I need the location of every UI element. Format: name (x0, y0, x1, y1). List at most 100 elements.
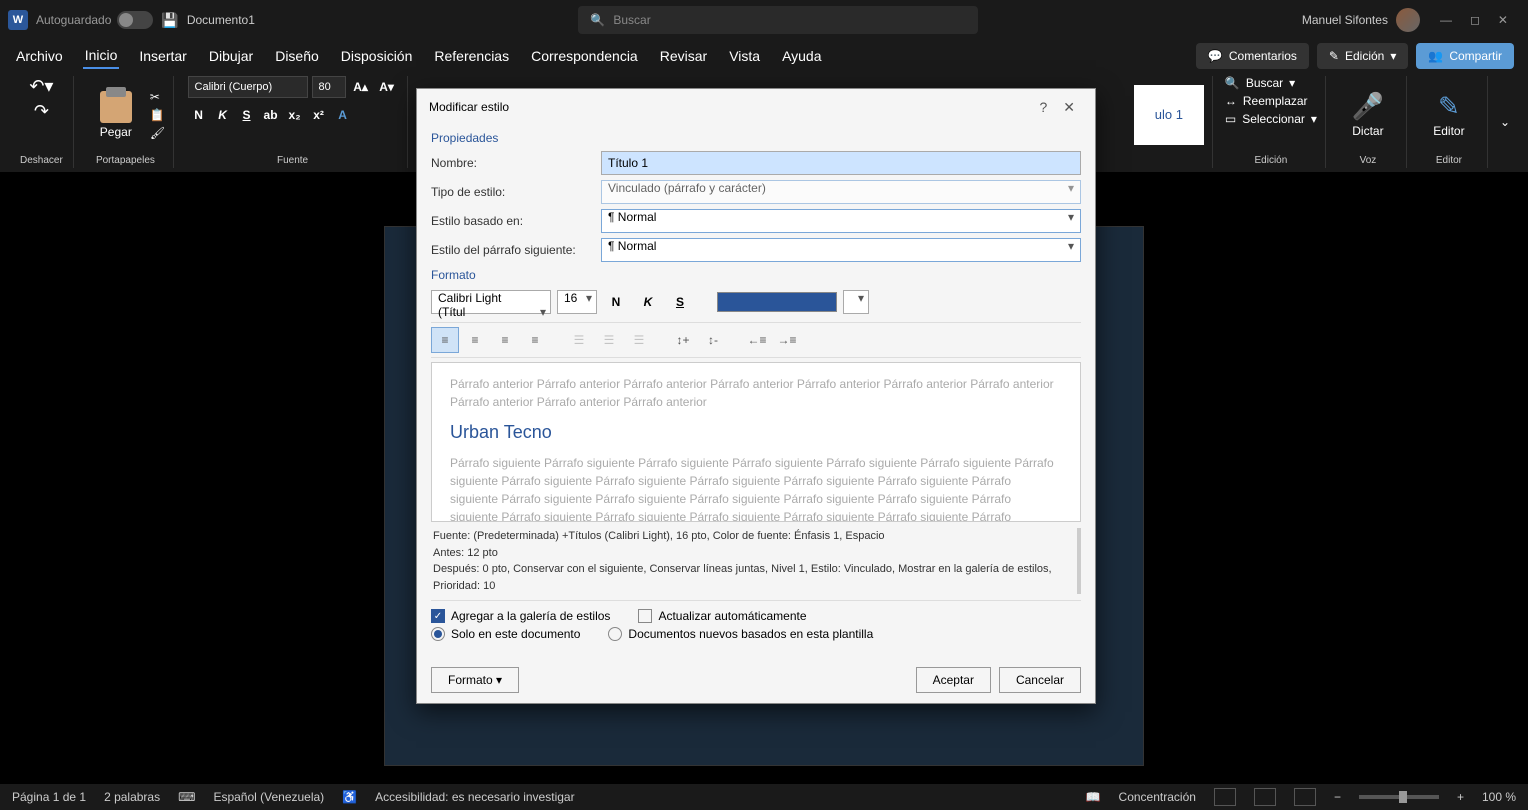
comentarios-button[interactable]: 💬Comentarios (1196, 43, 1309, 69)
editor-button[interactable]: ✎Editor (1419, 87, 1479, 142)
font-size-input[interactable] (312, 76, 346, 98)
spacing-15-icon[interactable]: ☰ (595, 327, 623, 353)
basado-select[interactable]: ¶ Normal (601, 209, 1081, 233)
edicion-button[interactable]: ✎Edición▾ (1317, 43, 1408, 69)
formato-dropdown-button[interactable]: Formato ▾ (431, 667, 519, 693)
strike-button[interactable]: ab (260, 104, 282, 126)
toggle-icon[interactable] (117, 11, 153, 29)
spacing-1-icon[interactable]: ☰ (565, 327, 593, 353)
text-predictions-icon[interactable]: ⌨ (178, 790, 195, 804)
reemplazar-button[interactable]: ↔Reemplazar (1225, 94, 1308, 108)
search-input[interactable]: 🔍 Buscar (578, 6, 978, 34)
menu-insertar[interactable]: Insertar (137, 44, 188, 68)
menu-referencias[interactable]: Referencias (432, 44, 511, 68)
subscript-button[interactable]: x₂ (284, 104, 306, 126)
view-read-icon[interactable] (1214, 788, 1236, 806)
view-print-icon[interactable] (1254, 788, 1276, 806)
indent-inc-icon[interactable]: →≡ (773, 327, 801, 353)
dictar-button[interactable]: 🎤Dictar (1338, 87, 1398, 142)
dlg-italic-button[interactable]: K (635, 290, 661, 314)
close-icon[interactable]: ✕ (1498, 13, 1508, 27)
chk-auto-label: Actualizar automáticamente (658, 609, 806, 623)
paste-icon (100, 91, 132, 123)
font-color-swatch[interactable] (717, 292, 837, 312)
text-effects-icon[interactable]: A (332, 104, 354, 126)
align-justify-icon[interactable]: ≡ (521, 327, 549, 353)
nombre-input[interactable] (601, 151, 1081, 175)
user-account[interactable]: Manuel Sifontes (1302, 8, 1420, 32)
help-icon[interactable]: ? (1031, 99, 1055, 115)
menu-ayuda[interactable]: Ayuda (780, 44, 823, 68)
preview-before-text: Párrafo anterior Párrafo anterior Párraf… (450, 375, 1062, 411)
siguiente-select[interactable]: ¶ Normal (601, 238, 1081, 262)
siguiente-label: Estilo del párrafo siguiente: (431, 243, 591, 257)
menu-archivo[interactable]: Archivo (14, 44, 65, 68)
status-accesibilidad[interactable]: Accesibilidad: es necesario investigar (375, 790, 574, 804)
compartir-button[interactable]: 👥Compartir (1416, 43, 1514, 69)
comment-icon: 💬 (1208, 49, 1223, 63)
dialog-close-icon[interactable]: ✕ (1055, 99, 1083, 116)
space-before-inc-icon[interactable]: ↕+ (669, 327, 697, 353)
menu-correspondencia[interactable]: Correspondencia (529, 44, 640, 68)
spacing-2-icon[interactable]: ☰ (625, 327, 653, 353)
dlg-bold-button[interactable]: N (603, 290, 629, 314)
zoom-out-icon[interactable]: − (1334, 790, 1341, 804)
radio-plantilla[interactable] (608, 627, 622, 641)
ribbon-collapse-icon[interactable]: ⌄ (1500, 115, 1510, 129)
aceptar-button[interactable]: Aceptar (916, 667, 991, 693)
cut-icon[interactable]: ✂ (150, 90, 165, 104)
menu-disposicion[interactable]: Disposición (339, 44, 415, 68)
chk-auto[interactable] (638, 609, 652, 623)
dlg-underline-button[interactable]: S (667, 290, 693, 314)
group-portapapeles: Portapapeles (94, 153, 157, 168)
chevron-down-icon: ▾ (1390, 49, 1396, 63)
space-before-dec-icon[interactable]: ↕- (699, 327, 727, 353)
decrease-font-icon[interactable]: A▾ (376, 76, 398, 98)
zoom-in-icon[interactable]: + (1457, 790, 1464, 804)
dlg-fontsize-select[interactable]: 16 (557, 290, 597, 314)
status-zoom[interactable]: 100 % (1482, 790, 1516, 804)
status-idioma[interactable]: Español (Venezuela) (213, 790, 324, 804)
underline-button[interactable]: S (236, 104, 258, 126)
dlg-font-select[interactable]: Calibri Light (Títul (431, 290, 551, 314)
status-concentracion[interactable]: Concentración (1119, 790, 1196, 804)
radio-solo-doc[interactable] (431, 627, 445, 641)
font-name-input[interactable] (188, 76, 308, 98)
menu-inicio[interactable]: Inicio (83, 43, 120, 69)
copy-icon[interactable]: 📋 (150, 108, 165, 122)
maximize-icon[interactable]: ◻ (1470, 13, 1480, 27)
font-color-dropdown[interactable] (843, 290, 869, 314)
align-right-icon[interactable]: ≡ (491, 327, 519, 353)
menu-vista[interactable]: Vista (727, 44, 762, 68)
redo-icon[interactable]: ↷ (34, 101, 49, 122)
chk-galeria[interactable]: ✓ (431, 609, 445, 623)
tipo-select: Vinculado (párrafo y carácter) (601, 180, 1081, 204)
bold-button[interactable]: N (188, 104, 210, 126)
menu-diseno[interactable]: Diseño (273, 44, 321, 68)
menu-dibujar[interactable]: Dibujar (207, 44, 255, 68)
align-center-icon[interactable]: ≡ (461, 327, 489, 353)
cancelar-button[interactable]: Cancelar (999, 667, 1081, 693)
status-pagina[interactable]: Página 1 de 1 (12, 790, 86, 804)
group-deshacer: Deshacer (18, 153, 65, 168)
save-icon[interactable]: 💾 (161, 12, 178, 29)
pegar-button[interactable]: Pegar (86, 87, 146, 143)
indent-dec-icon[interactable]: ←≡ (743, 327, 771, 353)
italic-button[interactable]: K (212, 104, 234, 126)
format-painter-icon[interactable]: 🖌 (150, 126, 165, 140)
superscript-button[interactable]: x² (308, 104, 330, 126)
undo-icon[interactable]: ↶▾ (29, 76, 53, 97)
menu-revisar[interactable]: Revisar (658, 44, 709, 68)
minimize-icon[interactable]: — (1440, 13, 1452, 27)
basado-label: Estilo basado en: (431, 214, 591, 228)
increase-font-icon[interactable]: A▴ (350, 76, 372, 98)
align-left-icon[interactable]: ≡ (431, 327, 459, 353)
buscar-button[interactable]: 🔍Buscar▾ (1225, 76, 1295, 90)
autosave-toggle[interactable]: Autoguardado (36, 11, 153, 29)
view-web-icon[interactable] (1294, 788, 1316, 806)
seleccionar-button[interactable]: ▭Seleccionar▾ (1225, 112, 1317, 126)
style-titulo1[interactable]: ulo 1 (1134, 85, 1204, 145)
style-preview: Párrafo anterior Párrafo anterior Párraf… (431, 362, 1081, 522)
zoom-slider[interactable] (1359, 795, 1439, 799)
status-palabras[interactable]: 2 palabras (104, 790, 160, 804)
